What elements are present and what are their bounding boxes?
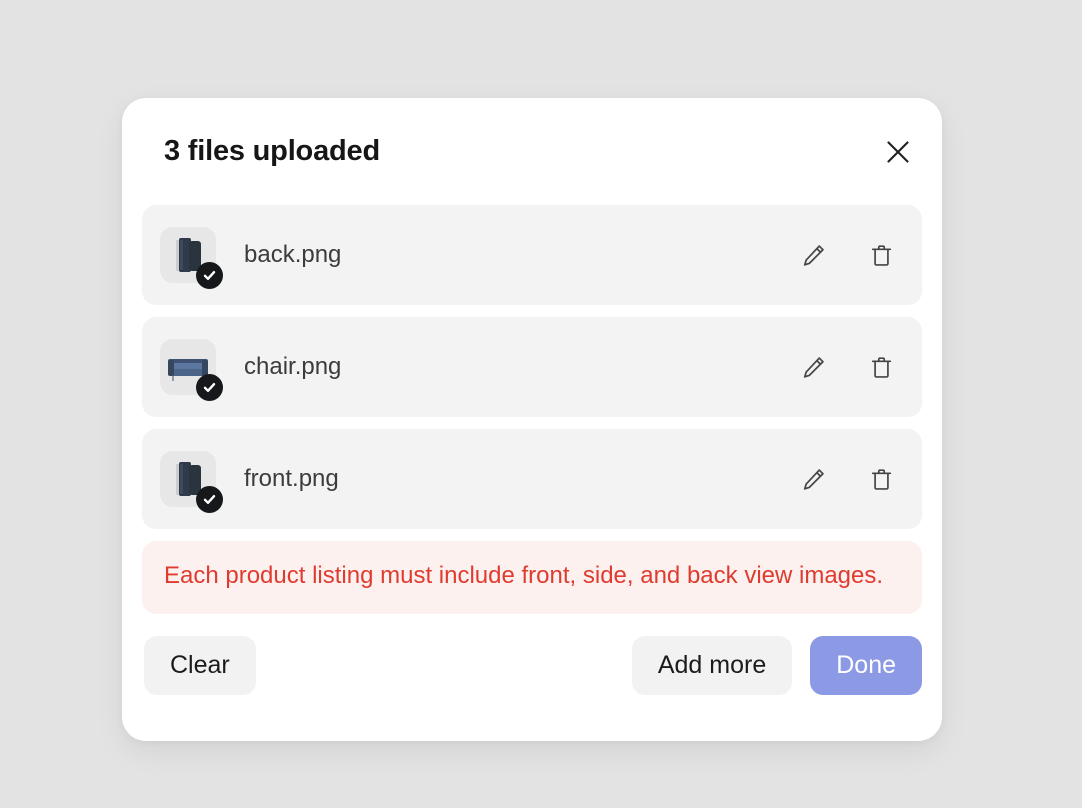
file-name: back.png xyxy=(244,241,794,269)
file-list: back.png xyxy=(122,205,942,529)
pencil-icon xyxy=(800,466,827,493)
done-button[interactable]: Done xyxy=(810,636,922,695)
row-actions xyxy=(794,236,900,274)
check-circle-icon xyxy=(196,486,223,513)
table-row[interactable]: front.png xyxy=(142,429,922,529)
pencil-icon xyxy=(800,354,827,381)
trash-icon xyxy=(868,242,895,269)
page-title: 3 files uploaded xyxy=(164,137,380,166)
close-button[interactable] xyxy=(876,130,920,174)
file-name: front.png xyxy=(244,465,794,493)
error-message: Each product listing must include front,… xyxy=(164,561,894,592)
row-actions xyxy=(794,460,900,498)
pencil-icon xyxy=(800,242,827,269)
close-icon xyxy=(885,139,911,165)
file-thumbnail xyxy=(160,227,216,283)
upload-dialog: 3 files uploaded xyxy=(122,98,942,741)
file-thumbnail xyxy=(160,339,216,395)
table-row[interactable]: chair.png xyxy=(142,317,922,417)
file-thumbnail xyxy=(160,451,216,507)
edit-file-button[interactable] xyxy=(794,236,832,274)
row-actions xyxy=(794,348,900,386)
add-more-button[interactable]: Add more xyxy=(632,636,792,695)
edit-file-button[interactable] xyxy=(794,348,832,386)
delete-file-button[interactable] xyxy=(862,348,900,386)
edit-file-button[interactable] xyxy=(794,460,832,498)
delete-file-button[interactable] xyxy=(862,460,900,498)
dialog-footer: Clear Add more Done xyxy=(122,614,942,695)
dialog-header: 3 files uploaded xyxy=(122,98,942,205)
clear-button[interactable]: Clear xyxy=(144,636,256,695)
check-circle-icon xyxy=(196,374,223,401)
screen: 3 files uploaded xyxy=(0,0,1082,808)
delete-file-button[interactable] xyxy=(862,236,900,274)
check-circle-icon xyxy=(196,262,223,289)
trash-icon xyxy=(868,466,895,493)
table-row[interactable]: back.png xyxy=(142,205,922,305)
file-name: chair.png xyxy=(244,353,794,381)
footer-actions: Add more Done xyxy=(632,636,922,695)
error-banner: Each product listing must include front,… xyxy=(142,541,922,614)
trash-icon xyxy=(868,354,895,381)
